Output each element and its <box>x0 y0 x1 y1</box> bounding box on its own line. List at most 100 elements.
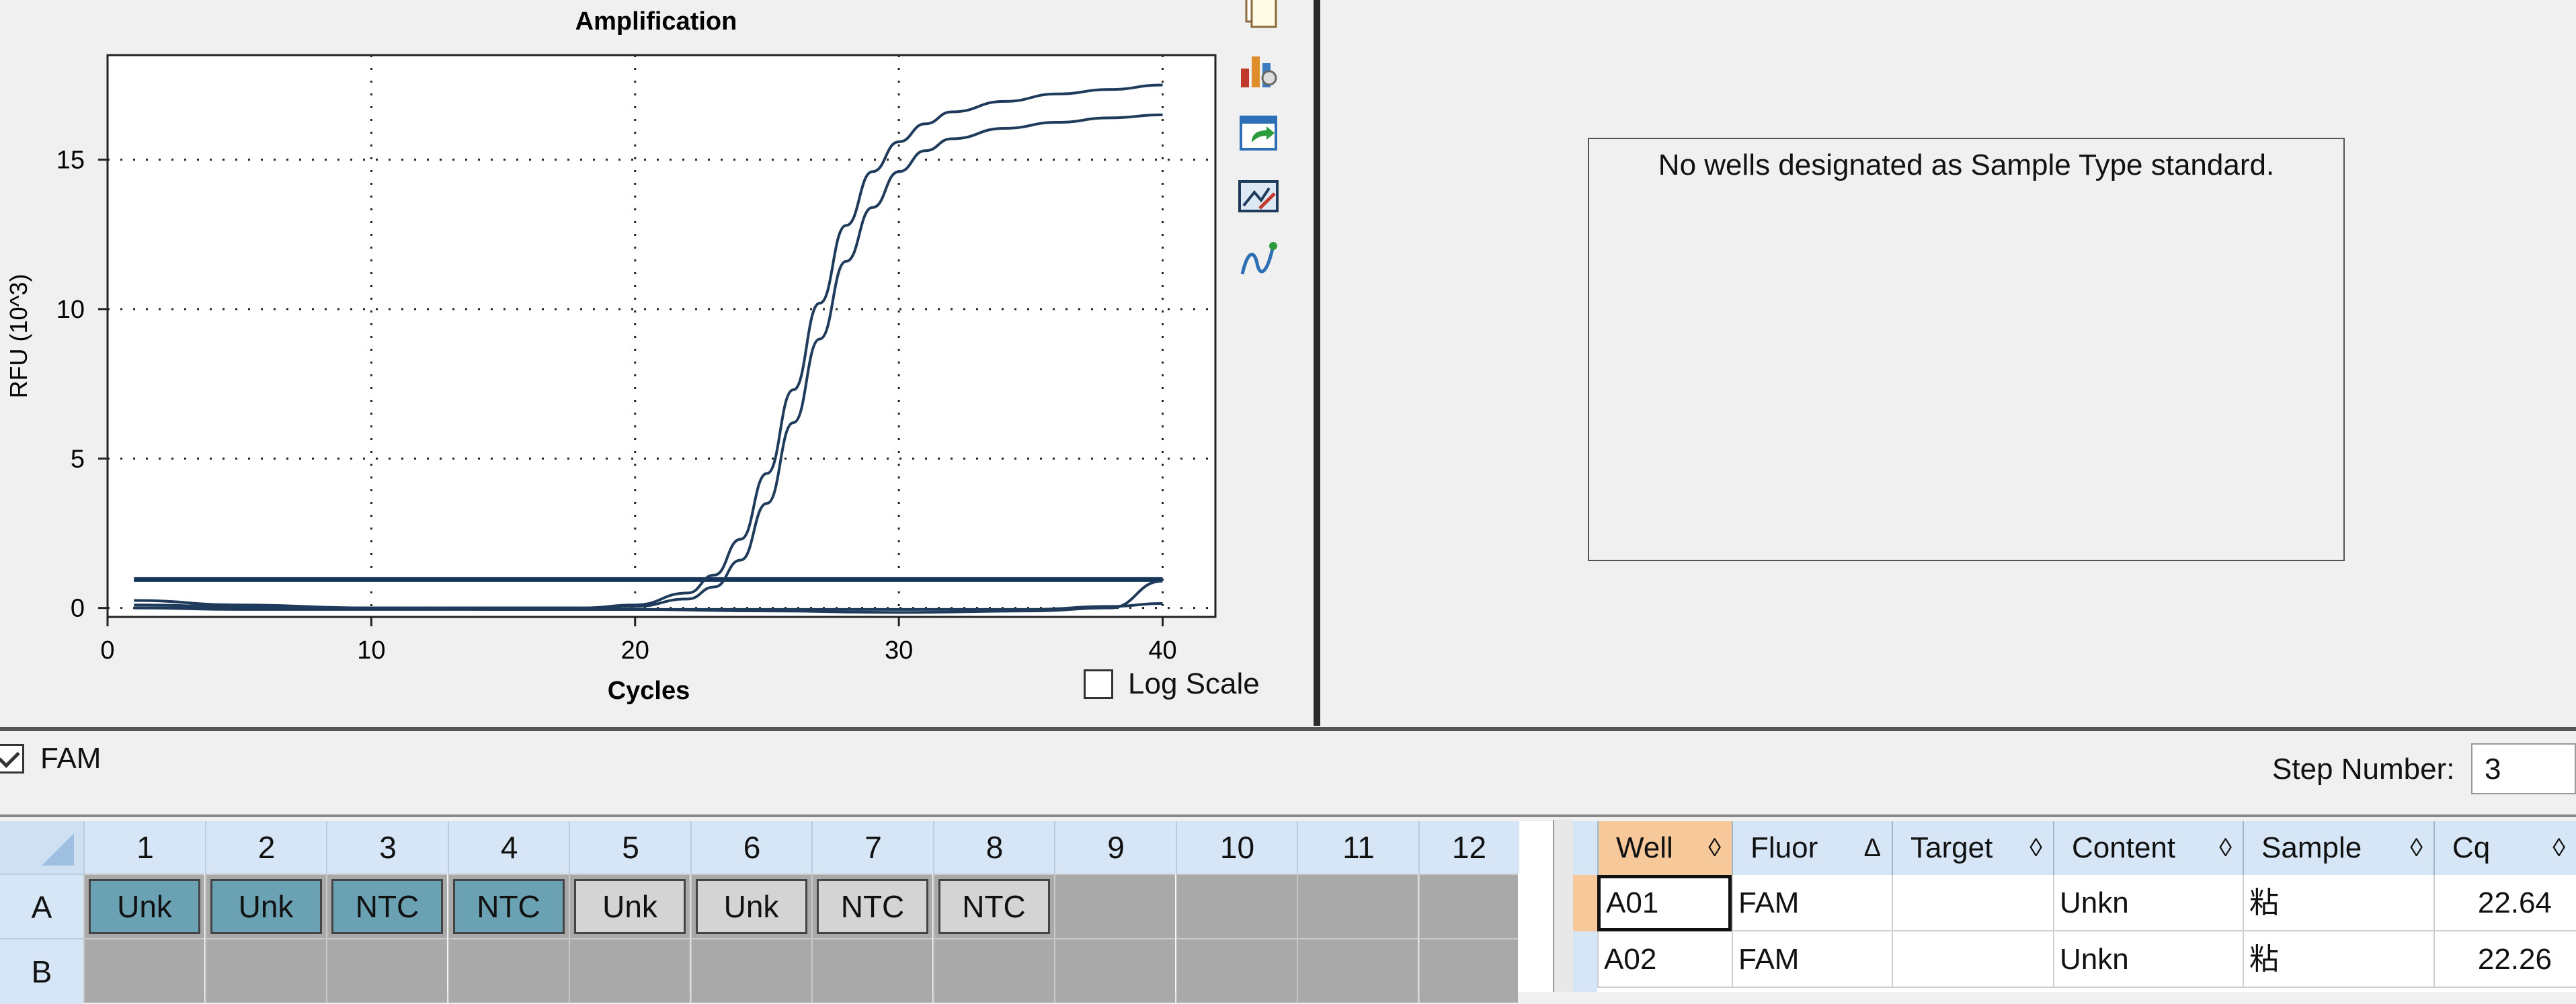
column-header-sample[interactable]: Sample ◊ <box>2243 821 2433 875</box>
well-content-label: Unk <box>574 879 686 934</box>
plate-column-header[interactable]: 9 <box>1054 821 1176 874</box>
plate-column-header[interactable]: 7 <box>811 821 934 874</box>
plate-column-header[interactable]: 8 <box>932 821 1055 874</box>
plate-well[interactable] <box>326 938 447 1003</box>
fluorophore-bar <box>0 737 2576 810</box>
plate-well[interactable] <box>1418 938 1518 1003</box>
plate-column-header[interactable]: 1 <box>83 821 206 874</box>
step-number-field[interactable]: 3 <box>2471 743 2576 794</box>
cell-cq[interactable]: 22.26 <box>2433 931 2576 988</box>
plate-column-header[interactable]: 11 <box>1297 821 1419 874</box>
plate-well[interactable] <box>1175 874 1297 938</box>
plate-well[interactable]: Unk <box>569 874 690 938</box>
plate-row-header[interactable]: A <box>0 874 83 939</box>
sort-icon[interactable]: ◊ <box>2029 821 2042 875</box>
curve-fit-icon[interactable] <box>1237 237 1280 280</box>
column-header-cq[interactable]: Cq ◊ <box>2433 821 2576 875</box>
y-tick-label: 10 <box>56 296 85 324</box>
plate-well[interactable]: NTC <box>447 874 569 938</box>
column-header-label: Well <box>1616 831 1673 864</box>
plate-well[interactable]: Unk <box>690 874 811 938</box>
step-number-label: Step Number: <box>2272 753 2455 786</box>
plate-well[interactable] <box>1054 938 1175 1003</box>
copy-icon[interactable] <box>1237 0 1280 28</box>
x-tick-label: 0 <box>100 636 114 665</box>
column-header-fluor[interactable]: Fluor Δ <box>1732 821 1892 875</box>
column-header-well[interactable]: Well ◊ <box>1597 821 1732 875</box>
plate-well[interactable] <box>1054 874 1175 938</box>
horizontal-splitter[interactable] <box>0 727 2576 731</box>
chart-title: Amplification <box>575 7 737 36</box>
x-tick-label: 40 <box>1148 636 1176 665</box>
column-header-content[interactable]: Content ◊ <box>2053 821 2243 875</box>
plate-select-all[interactable] <box>0 821 83 874</box>
chart-style-icon[interactable] <box>1237 175 1280 218</box>
plate-well[interactable] <box>932 938 1054 1003</box>
chart-settings-icon[interactable] <box>1237 48 1280 91</box>
log-scale-label: Log Scale <box>1128 667 1260 700</box>
column-header-label: Cq <box>2452 831 2491 864</box>
plate-column-header[interactable]: 12 <box>1418 821 1519 874</box>
y-axis-label: RFU (10^3) <box>5 274 32 399</box>
well-content-label: Unk <box>89 879 200 934</box>
y-tick-label: 5 <box>71 445 85 473</box>
cell-fluor[interactable]: FAM <box>1732 875 1892 931</box>
plate-well[interactable]: NTC <box>811 874 932 938</box>
column-header-label: Fluor <box>1750 831 1818 864</box>
plate-well[interactable] <box>1175 938 1297 1003</box>
plate-well[interactable] <box>447 938 569 1003</box>
sort-icon[interactable]: Δ <box>1864 821 1881 875</box>
cell-sample[interactable]: 粘 <box>2243 875 2433 931</box>
cell-fluor[interactable]: FAM <box>1732 931 1892 988</box>
row-marker[interactable] <box>1573 931 1597 988</box>
row-marker[interactable] <box>1573 875 1597 931</box>
plate-column-header[interactable]: 10 <box>1175 821 1298 874</box>
plate-well[interactable] <box>1418 874 1518 938</box>
column-header-label: Target <box>1910 831 1993 864</box>
log-scale-checkbox[interactable] <box>1084 669 1113 699</box>
cell-sample[interactable]: 粘 <box>2243 931 2433 988</box>
plate-row-header[interactable]: B <box>0 938 83 1004</box>
sort-icon[interactable]: ◊ <box>2219 821 2232 875</box>
plate-well[interactable] <box>811 938 932 1003</box>
cell-target[interactable] <box>1892 875 2053 931</box>
well-content-label: NTC <box>817 879 928 934</box>
sort-icon[interactable]: ◊ <box>2552 821 2565 875</box>
plate-column-header[interactable]: 3 <box>326 821 448 874</box>
plate-well[interactable]: NTC <box>932 874 1054 938</box>
cell-content[interactable]: Unkn <box>2053 875 2243 931</box>
column-header-target[interactable]: Target ◊ <box>1892 821 2053 875</box>
plate-well[interactable]: NTC <box>326 874 447 938</box>
fam-toggle[interactable]: FAM <box>0 742 101 776</box>
cell-target[interactable] <box>1892 931 2053 988</box>
plate-column-header[interactable]: 4 <box>447 821 570 874</box>
plate-well[interactable] <box>204 938 326 1003</box>
plate-column-header[interactable]: 2 <box>204 821 327 874</box>
plate-well[interactable] <box>83 938 204 1003</box>
x-tick-label: 20 <box>621 636 649 665</box>
plate-well[interactable]: Unk <box>83 874 204 938</box>
cell-well[interactable]: A02 <box>1597 931 1732 988</box>
amplification-panel: 0 10 20 30 40 0 5 10 15 Amplification Cycles RFU (1… <box>0 0 1311 724</box>
plate-well[interactable] <box>1297 938 1418 1003</box>
cell-well[interactable]: A01 <box>1597 875 1732 931</box>
plate-grid: 1 2 3 4 5 6 7 8 9 10 11 12 A Unk Unk NTC NTC Unk Unk NTC NT… <box>0 821 1553 1004</box>
sort-icon[interactable]: ◊ <box>2410 821 2423 875</box>
fam-label: FAM <box>40 742 102 775</box>
plate-column-header[interactable]: 6 <box>690 821 813 874</box>
plate-well[interactable] <box>1297 874 1418 938</box>
plate-well[interactable] <box>690 938 811 1003</box>
sort-icon[interactable]: ◊ <box>1708 821 1721 875</box>
plate-well[interactable] <box>569 938 690 1003</box>
log-scale-toggle[interactable]: Log Scale <box>1084 664 1260 704</box>
cell-content[interactable]: Unkn <box>2053 931 2243 988</box>
fam-checkbox[interactable] <box>0 744 24 773</box>
plate-well[interactable]: Unk <box>204 874 326 938</box>
table-splitter[interactable] <box>1553 820 1573 992</box>
column-header-label: Content <box>2072 831 2176 864</box>
cell-cq[interactable]: 22.64 <box>2433 875 2576 931</box>
plate-column-header[interactable]: 5 <box>569 821 691 874</box>
panel-splitter[interactable] <box>1314 0 1320 726</box>
y-tick-label: 0 <box>71 595 85 623</box>
export-icon[interactable] <box>1237 112 1280 155</box>
